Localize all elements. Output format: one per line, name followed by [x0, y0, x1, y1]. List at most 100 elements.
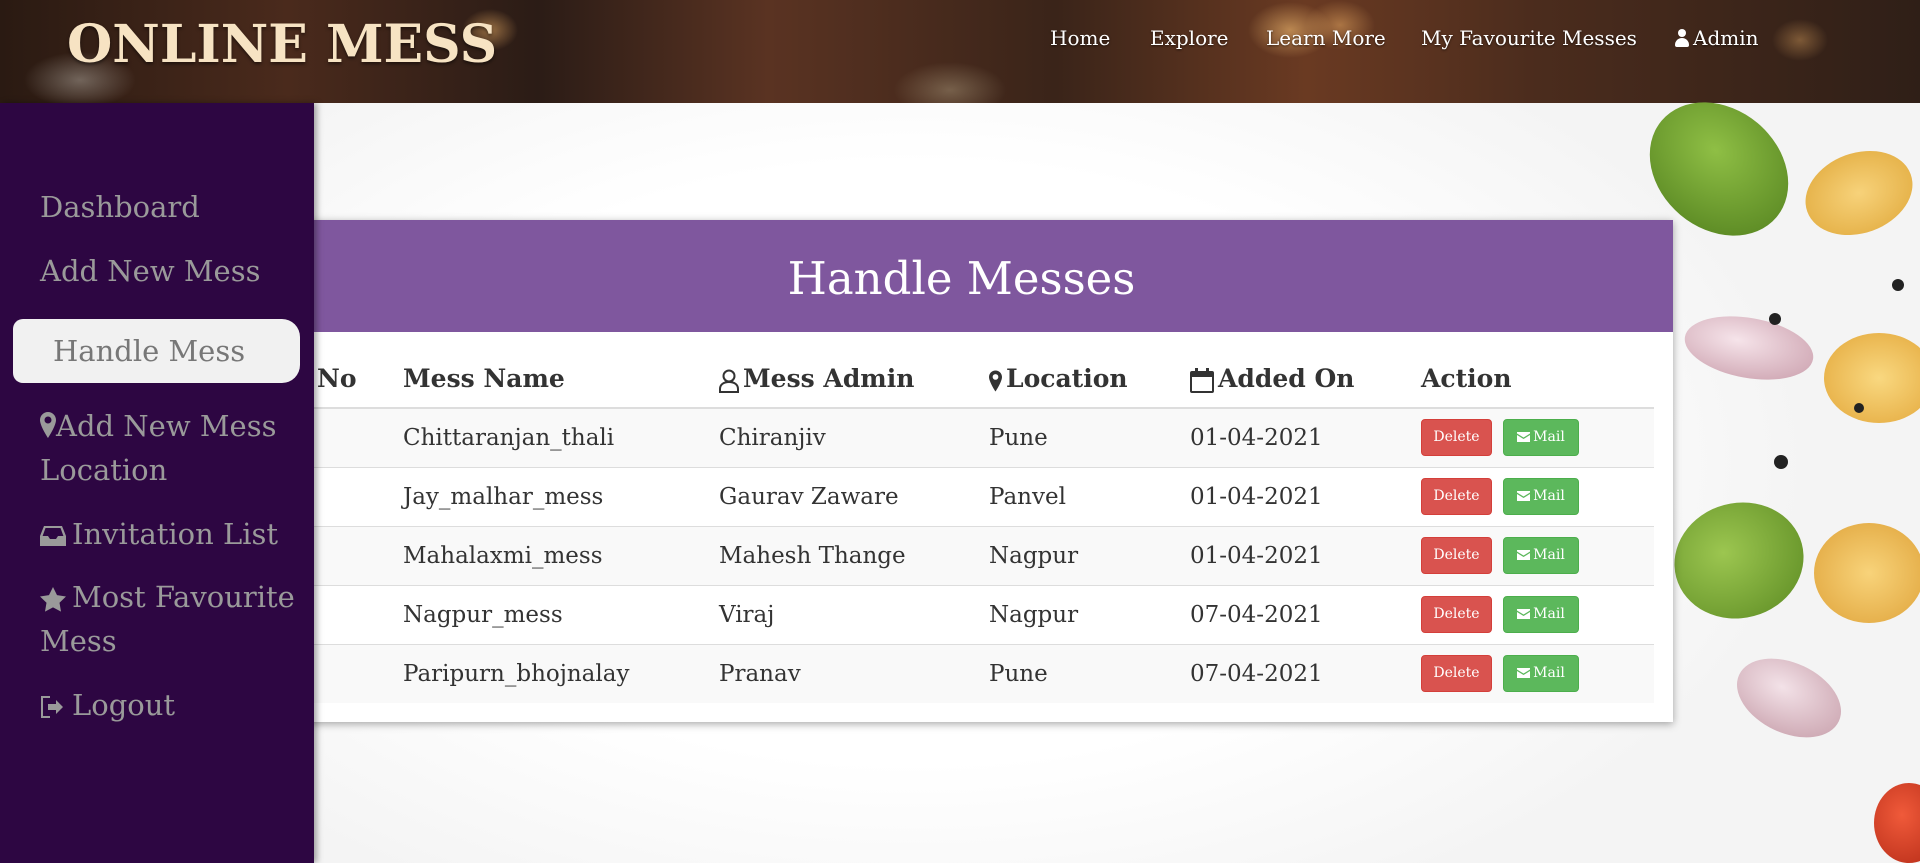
- pasta-decoration-3: [1814, 523, 1920, 623]
- panel-header: Handle Messes: [290, 220, 1673, 332]
- table-row: Nagpur_mess Viraj Nagpur 07-04-2021 Dele…: [290, 584, 1654, 644]
- brand-logo[interactable]: ONLINE MESS: [67, 14, 497, 75]
- mess-name-cell: Mahalaxmi_mess: [401, 525, 719, 585]
- handle-messes-panel: Handle Messes No Mess Name Mess Admin Lo…: [290, 220, 1673, 722]
- inbox-icon: [40, 526, 66, 546]
- added-on-cell: 07-04-2021: [1190, 643, 1421, 703]
- location-cell: Pune: [989, 643, 1190, 703]
- pepper-decoration-2: [1774, 455, 1788, 469]
- spinach-leaf-decoration-2: [1661, 488, 1817, 633]
- table-row: Mahalaxmi_mess Mahesh Thange Nagpur 01-0…: [290, 525, 1654, 585]
- sidebar-item-logout[interactable]: Logout: [40, 683, 302, 727]
- delete-button[interactable]: Delete: [1421, 478, 1492, 515]
- table-header-row: No Mess Name Mess Admin Location Added O…: [290, 350, 1654, 409]
- table-row: Paripurn_bhojnalay Pranav Pune 07-04-202…: [290, 643, 1654, 703]
- sidebar-item-most-favourite-mess[interactable]: Most Favourite Mess: [40, 575, 302, 663]
- sidebar-item-label: Invitation List: [72, 517, 279, 551]
- envelope-icon: [1517, 550, 1531, 560]
- map-marker-icon: [40, 412, 56, 438]
- column-header-mess-admin: Mess Admin: [719, 350, 989, 409]
- added-on-cell: 01-04-2021: [1190, 466, 1421, 526]
- table-row: Chittaranjan_thali Chiranjiv Pune 01-04-…: [290, 407, 1654, 467]
- mail-button-label: Mail: [1533, 429, 1565, 446]
- sidebar-item-label: Logout: [72, 688, 176, 722]
- mail-button[interactable]: Mail: [1503, 537, 1579, 574]
- mail-button[interactable]: Mail: [1503, 655, 1579, 693]
- garlic-decoration: [1679, 307, 1819, 389]
- pasta-decoration-2: [1824, 333, 1920, 423]
- user-outline-icon: [719, 369, 739, 393]
- mess-admin-cell: Mahesh Thange: [719, 525, 989, 585]
- nav-admin[interactable]: Admin: [1675, 26, 1759, 50]
- location-cell: Panvel: [989, 466, 1190, 526]
- column-header-added-on: Added On: [1190, 350, 1421, 409]
- mess-name-cell: Nagpur_mess: [401, 584, 719, 644]
- mail-button[interactable]: Mail: [1503, 596, 1579, 633]
- action-cell: Delete Mail: [1421, 407, 1654, 467]
- nav-home[interactable]: Home: [1050, 26, 1110, 50]
- table-row: Jay_malhar_mess Gaurav Zaware Panvel 01-…: [290, 466, 1654, 526]
- delete-button[interactable]: Delete: [1421, 655, 1492, 693]
- mail-button-label: Mail: [1533, 488, 1565, 504]
- sidebar-item-invitation-list[interactable]: Invitation List: [40, 512, 302, 556]
- nav-learn-more[interactable]: Learn More: [1266, 26, 1386, 50]
- nav-explore[interactable]: Explore: [1150, 26, 1229, 50]
- pepper-decoration: [1769, 313, 1781, 325]
- delete-button[interactable]: Delete: [1421, 537, 1492, 574]
- column-header-action: Action: [1421, 350, 1654, 409]
- sidebar: Dashboard Add New Mess Handle Mess Add N…: [0, 103, 314, 863]
- action-cell: Delete Mail: [1421, 525, 1654, 585]
- garlic-decoration-2: [1724, 643, 1854, 753]
- mess-admin-cell: Pranav: [719, 643, 989, 703]
- pepper-decoration-4: [1892, 279, 1904, 291]
- envelope-icon: [1517, 668, 1531, 679]
- location-cell: Nagpur: [989, 584, 1190, 644]
- column-header-label: Location: [1006, 364, 1128, 393]
- delete-button[interactable]: Delete: [1421, 596, 1492, 633]
- envelope-icon: [1517, 609, 1531, 619]
- sign-out-icon: [41, 696, 63, 718]
- action-cell: Delete Mail: [1421, 466, 1654, 526]
- mail-button[interactable]: Mail: [1503, 419, 1579, 457]
- calendar-icon: [1190, 368, 1214, 393]
- mess-name-cell: Paripurn_bhojnalay: [401, 643, 719, 703]
- sidebar-item-handle-mess[interactable]: Handle Mess: [13, 319, 300, 383]
- location-cell: Pune: [989, 407, 1190, 467]
- sidebar-item-label: Most Favourite Mess: [40, 580, 295, 658]
- pepper-decoration-3: [1854, 403, 1864, 413]
- mess-name-cell: Chittaranjan_thali: [401, 407, 719, 467]
- messes-table: No Mess Name Mess Admin Location Added O…: [290, 350, 1654, 703]
- mess-admin-cell: Chiranjiv: [719, 407, 989, 467]
- sidebar-item-label: Add New Mess Location: [40, 409, 277, 487]
- pasta-decoration: [1793, 136, 1920, 250]
- tomato-decoration: [1874, 783, 1920, 863]
- added-on-cell: 07-04-2021: [1190, 584, 1421, 644]
- column-header-mess-name: Mess Name: [401, 350, 719, 409]
- column-header-label: Added On: [1218, 364, 1355, 393]
- sidebar-item-add-new-mess-location[interactable]: Add New Mess Location: [40, 404, 302, 492]
- mail-button[interactable]: Mail: [1503, 478, 1579, 515]
- action-cell: Delete Mail: [1421, 643, 1654, 703]
- delete-button[interactable]: Delete: [1421, 419, 1492, 457]
- nav-my-favourite-messes[interactable]: My Favourite Messes: [1421, 26, 1637, 50]
- mail-button-label: Mail: [1533, 547, 1565, 563]
- mess-admin-cell: Gaurav Zaware: [719, 466, 989, 526]
- top-navbar: ONLINE MESS Home Explore Learn More My F…: [0, 0, 1920, 103]
- column-header-label: Mess Admin: [743, 364, 915, 393]
- map-marker-icon: [989, 369, 1002, 392]
- envelope-icon: [1517, 491, 1531, 501]
- mail-button-label: Mail: [1533, 665, 1565, 682]
- added-on-cell: 01-04-2021: [1190, 407, 1421, 467]
- mess-name-cell: Jay_malhar_mess: [401, 466, 719, 526]
- envelope-icon: [1517, 432, 1531, 443]
- location-cell: Nagpur: [989, 525, 1190, 585]
- panel-title: Handle Messes: [787, 252, 1136, 305]
- sidebar-item-add-new-mess[interactable]: Add New Mess: [40, 249, 302, 293]
- action-cell: Delete Mail: [1421, 584, 1654, 644]
- sidebar-item-dashboard[interactable]: Dashboard: [40, 185, 302, 229]
- column-header-location: Location: [989, 350, 1190, 409]
- star-icon: [40, 586, 66, 612]
- added-on-cell: 01-04-2021: [1190, 525, 1421, 585]
- user-icon: [1675, 29, 1689, 47]
- mail-button-label: Mail: [1533, 606, 1565, 622]
